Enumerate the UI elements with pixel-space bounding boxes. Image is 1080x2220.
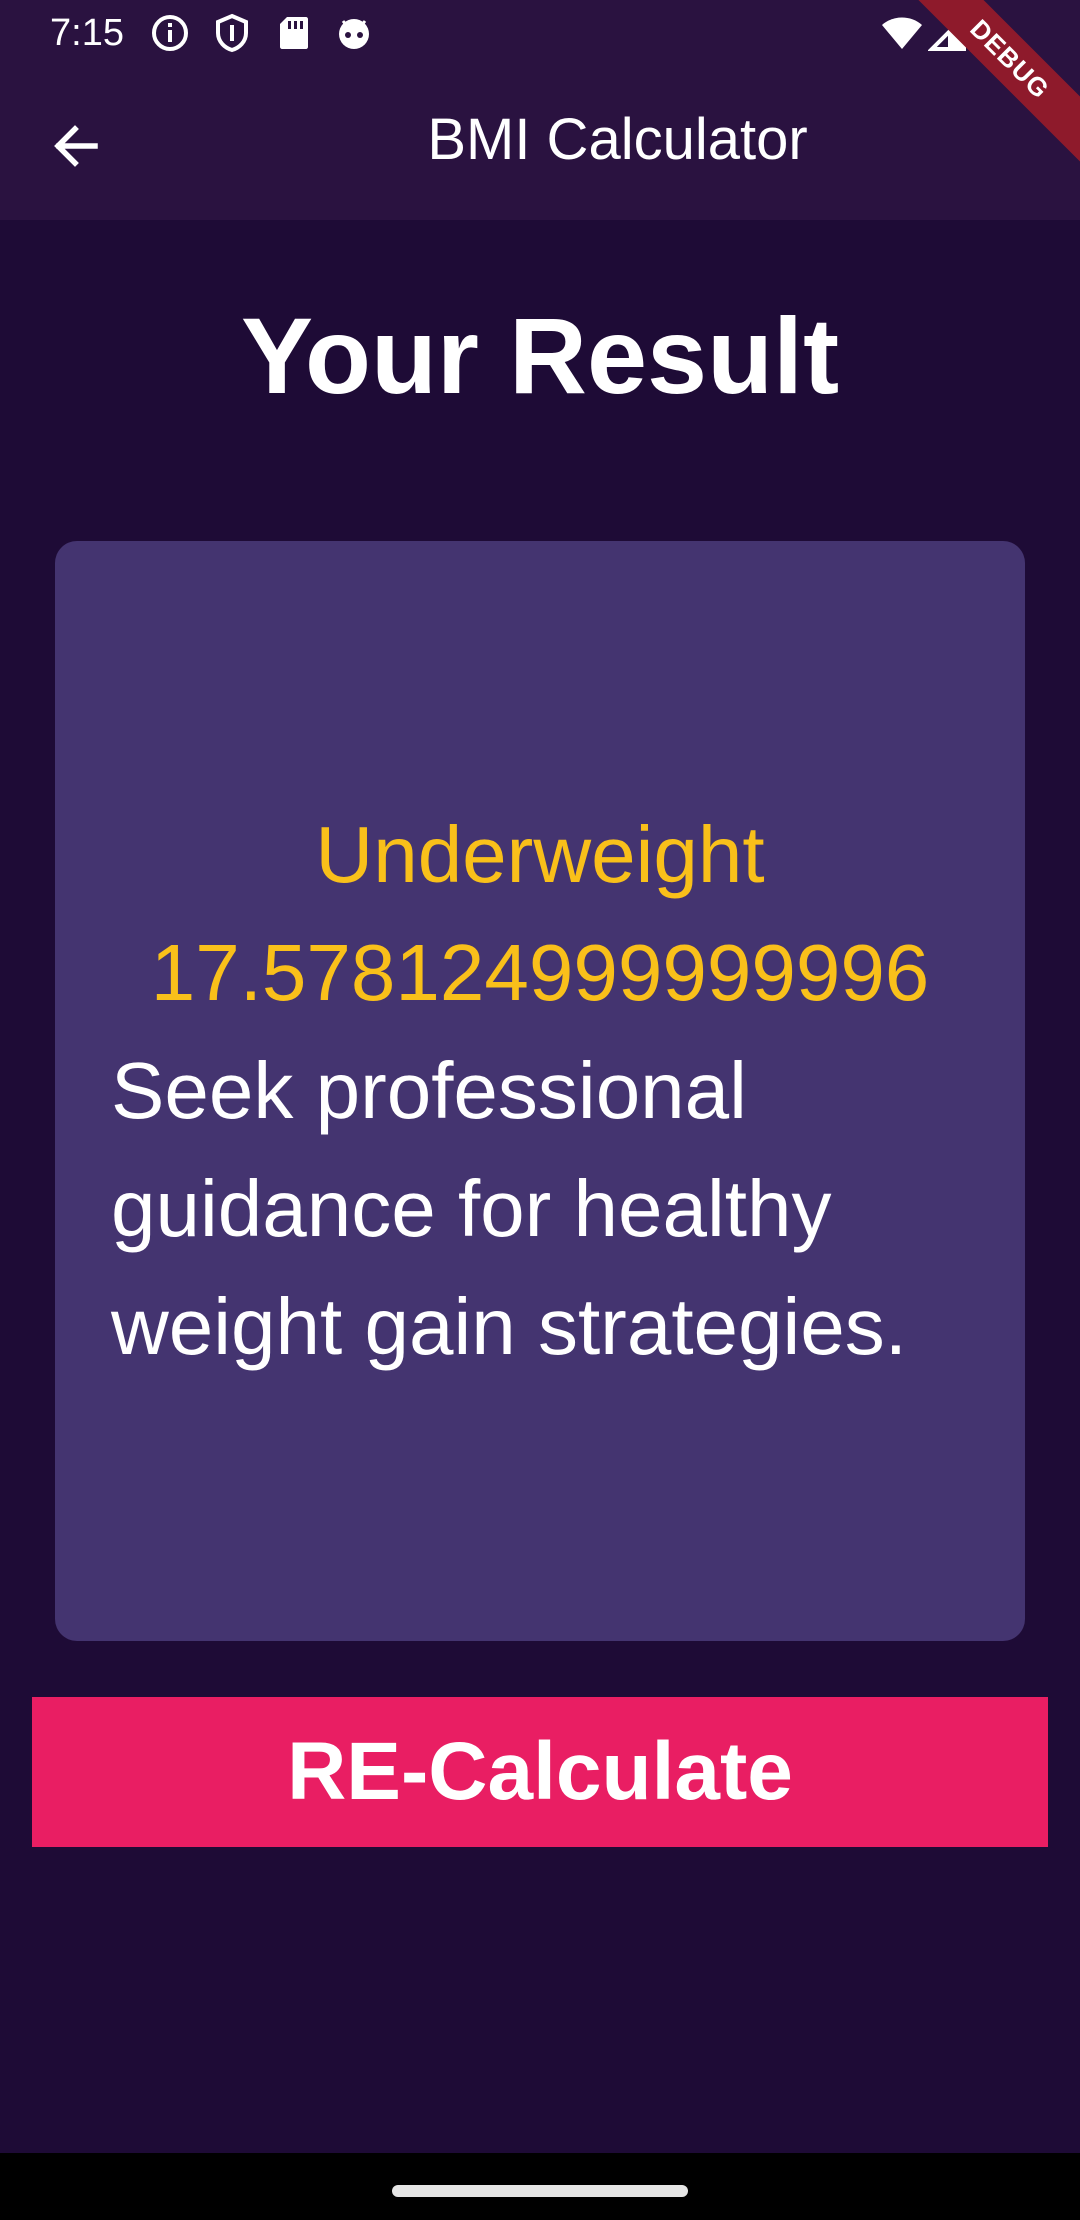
- bmi-value: 17.578124999999996: [150, 928, 930, 1017]
- home-indicator[interactable]: [392, 2185, 688, 2197]
- recalculate-button[interactable]: RE-Calculate: [32, 1697, 1048, 1847]
- status-time: 7:15: [50, 12, 124, 54]
- app-title: BMI Calculator: [427, 107, 808, 172]
- wifi-icon: [882, 17, 922, 49]
- status-bar: 7:15: [0, 0, 1080, 66]
- page-title: Your Result: [240, 295, 840, 416]
- info-icon: [152, 15, 188, 51]
- app-bar: BMI Calculator: [0, 66, 1080, 220]
- sd-card-icon: [280, 17, 308, 49]
- system-nav-bar: [0, 2153, 1080, 2220]
- bmi-result-screen: 7:15 DEBUG BMI Calculator Your Result Un…: [0, 0, 1080, 2220]
- shield-icon: [216, 13, 248, 53]
- bmi-category: Underweight: [315, 810, 765, 899]
- result-card: Underweight 17.578124999999996 Seek prof…: [55, 541, 1025, 1641]
- android-icon: [339, 19, 369, 49]
- bmi-advice: Seek professional guidance for healthy w…: [111, 1046, 908, 1371]
